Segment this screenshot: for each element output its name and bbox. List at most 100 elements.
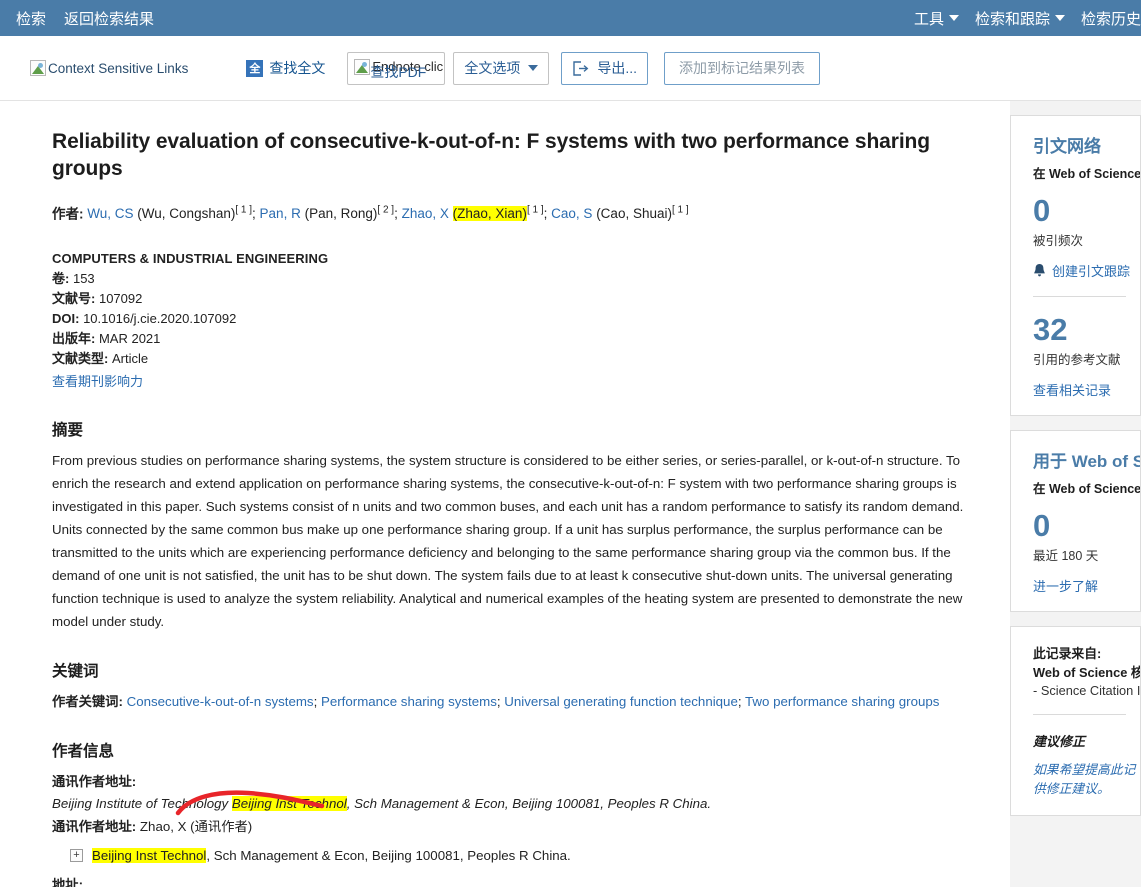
broken-image-icon xyxy=(30,60,46,76)
cited-references-label: 引用的参考文献 xyxy=(1033,349,1140,368)
full-text-options-dropdown[interactable]: 全文选项 xyxy=(453,52,549,85)
top-navigation-bar: 检索 返回检索结果 工具 检索和跟踪 检索历史 xyxy=(0,0,1141,36)
record-toolbar: Context Sensitive Links 全 查找全文 Endnote c… xyxy=(0,36,1141,101)
find-full-text-button[interactable]: 全 查找全文 xyxy=(246,58,325,78)
full-text-options-label: 全文选项 xyxy=(464,58,520,78)
author-link-2[interactable]: Pan, R xyxy=(260,206,301,221)
chevron-down-icon xyxy=(1055,15,1065,21)
find-full-text-icon: 全 xyxy=(246,60,263,77)
journal-impact-link[interactable]: 查看期刊影响力 xyxy=(52,372,143,392)
meta-row-doi: DOI: 10.1016/j.cie.2020.107092 xyxy=(52,309,970,329)
usage-count-card: 用于 Web of S 在 Web of Science 中 0 最近 180 … xyxy=(1010,430,1141,612)
record-detail-panel: Reliability evaluation of consecutive-k-… xyxy=(0,101,1010,887)
citation-network-title: 引文网络 xyxy=(1033,132,1140,157)
broken-image-icon xyxy=(354,59,370,75)
right-sidebar: 引文网络 在 Web of Science 核 0 被引频次 创建引文跟踪 32… xyxy=(1010,101,1141,887)
create-citation-alert-link[interactable]: 创建引文跟踪 xyxy=(1033,261,1140,280)
meta-row-article-number: 文献号: 107092 xyxy=(52,289,970,309)
export-label: 导出... xyxy=(597,58,637,78)
nav-back-to-results-link[interactable]: 返回检索结果 xyxy=(64,8,154,29)
usage-count-period-label: 最近 180 天 xyxy=(1033,545,1140,564)
author-link-4[interactable]: Cao, S xyxy=(551,206,592,221)
author-fullname-3: (Zhao, Xian) xyxy=(453,206,527,221)
author-affil-sup-2: [ 2 ] xyxy=(377,205,394,216)
context-sensitive-links-button[interactable]: Context Sensitive Links xyxy=(30,60,188,76)
meta-row-volume: 卷: 153 xyxy=(52,269,970,289)
nav-search-link[interactable]: 检索 xyxy=(16,8,46,29)
top-nav-right-group: 工具 检索和跟踪 检索历史 xyxy=(914,8,1141,29)
usage-count-subtitle: 在 Web of Science 中 xyxy=(1033,478,1140,497)
keyword-link-3[interactable]: Universal generating function technique xyxy=(504,694,738,709)
abstract-heading: 摘要 xyxy=(52,418,970,440)
author-fullname-1: (Wu, Congshan) xyxy=(137,206,235,221)
meta-value-article-number: 107092 xyxy=(99,291,142,306)
authors-label: 作者: xyxy=(52,206,84,221)
keywords-line: 作者关键词: Consecutive-k-out-of-n systems; P… xyxy=(52,691,970,712)
reprint-author-line: 通讯作者地址: Zhao, X (通讯作者) xyxy=(52,816,970,839)
meta-value-doi: 10.1016/j.cie.2020.107092 xyxy=(83,311,236,326)
card-divider xyxy=(1033,714,1126,715)
reprint-org-highlight: Beijing Inst Technol xyxy=(92,848,206,863)
nav-search-history-label: 检索历史 xyxy=(1081,8,1141,29)
usage-learn-more-link[interactable]: 进一步了解 xyxy=(1033,576,1140,595)
reprint-address-line: Beijing Institute of Technology Beijing … xyxy=(52,793,970,816)
view-related-records-link[interactable]: 查看相关记录 xyxy=(1033,380,1140,399)
author-info-heading: 作者信息 xyxy=(52,739,970,761)
reprint-author-name: Zhao, X (通讯作者) xyxy=(140,819,252,834)
meta-row-pubyear: 出版年: MAR 2021 xyxy=(52,329,970,349)
authors-list: Wu, CS (Wu, Congshan)[ 1 ]; Pan, R (Pan,… xyxy=(87,206,688,221)
export-button[interactable]: 导出... xyxy=(561,52,648,85)
cited-references-count: 32 xyxy=(1033,313,1140,347)
abstract-text: From previous studies on performance sha… xyxy=(52,450,970,633)
reprint-address-label-2: 通讯作者地址: xyxy=(52,819,136,834)
record-source-line1: 此记录来自: xyxy=(1033,643,1140,662)
suggest-correction-line2[interactable]: 供修正建议。 xyxy=(1033,779,1140,798)
page-title: Reliability evaluation of consecutive-k-… xyxy=(52,129,970,183)
nav-tools-label: 工具 xyxy=(914,8,944,29)
nav-search-and-track-menu[interactable]: 检索和跟踪 xyxy=(975,8,1065,29)
keyword-link-4[interactable]: Two performance sharing groups xyxy=(745,694,939,709)
reprint-org-row: + Beijing Inst Technol, Sch Management &… xyxy=(70,845,970,868)
add-to-marked-list-button[interactable]: 添加到标记结果列表 xyxy=(664,52,820,85)
card-divider xyxy=(1033,296,1126,297)
author-info-block: 通讯作者地址: Beijing Institute of Technology … xyxy=(52,771,970,887)
meta-value-pubyear: MAR 2021 xyxy=(99,331,160,346)
context-sensitive-links-label: Context Sensitive Links xyxy=(48,61,188,76)
author-link-3[interactable]: Zhao, X xyxy=(402,206,449,221)
suggest-correction-line1[interactable]: 如果希望提高此记 xyxy=(1033,760,1140,779)
reprint-address-prefix: Beijing Institute of Technology xyxy=(52,796,232,811)
usage-count-value: 0 xyxy=(1033,509,1140,543)
expand-plus-icon[interactable]: + xyxy=(70,849,83,862)
endnote-button-content: Endnote click i 查找PDF xyxy=(348,53,444,84)
author-link-1[interactable]: Wu, CS xyxy=(87,206,133,221)
export-arrow-icon xyxy=(572,61,589,76)
keyword-link-2[interactable]: Performance sharing systems xyxy=(321,694,497,709)
keywords-label: 作者关键词: xyxy=(52,694,123,709)
suggest-correction-title: 建议修正 xyxy=(1033,731,1140,750)
reprint-org-text: Beijing Inst Technol, Sch Management & E… xyxy=(92,845,571,868)
nav-search-history-menu[interactable]: 检索历史 xyxy=(1081,8,1141,29)
usage-learn-more-label: 进一步了解 xyxy=(1033,576,1098,595)
citation-network-subtitle: 在 Web of Science 核 xyxy=(1033,163,1140,182)
nav-tools-menu[interactable]: 工具 xyxy=(914,8,959,29)
usage-count-title: 用于 Web of S xyxy=(1033,447,1140,472)
record-source-card: 此记录来自: Web of Science 核心 - Science Citat… xyxy=(1010,626,1141,815)
chevron-down-icon xyxy=(528,65,538,71)
author-affil-sup-4: [ 1 ] xyxy=(672,205,689,216)
meta-key-doctype: 文献类型: xyxy=(52,351,108,366)
top-nav-left-group: 检索 返回检索结果 xyxy=(16,8,154,29)
page-body: Reliability evaluation of consecutive-k-… xyxy=(0,101,1141,887)
author-affil-sup-1: [ 1 ] xyxy=(235,205,252,216)
find-pdf-label: 查找PDF xyxy=(370,62,426,82)
reprint-org-rest: , Sch Management & Econ, Beijing 100081,… xyxy=(206,848,570,863)
keyword-link-1[interactable]: Consecutive-k-out-of-n systems xyxy=(127,694,314,709)
authors-line: 作者: Wu, CS (Wu, Congshan)[ 1 ]; Pan, R (… xyxy=(52,203,970,225)
citation-network-card: 引文网络 在 Web of Science 核 0 被引频次 创建引文跟踪 32… xyxy=(1010,115,1141,416)
reprint-address-highlight: Beijing Inst Technol xyxy=(232,796,347,811)
reprint-address-label-1: 通讯作者地址: xyxy=(52,771,970,794)
meta-key-article-number: 文献号: xyxy=(52,291,95,306)
find-full-text-label: 查找全文 xyxy=(269,58,325,78)
meta-key-pubyear: 出版年: xyxy=(52,331,95,346)
times-cited-label: 被引频次 xyxy=(1033,230,1140,249)
endnote-find-pdf-button[interactable]: Endnote click i 查找PDF xyxy=(347,52,445,85)
